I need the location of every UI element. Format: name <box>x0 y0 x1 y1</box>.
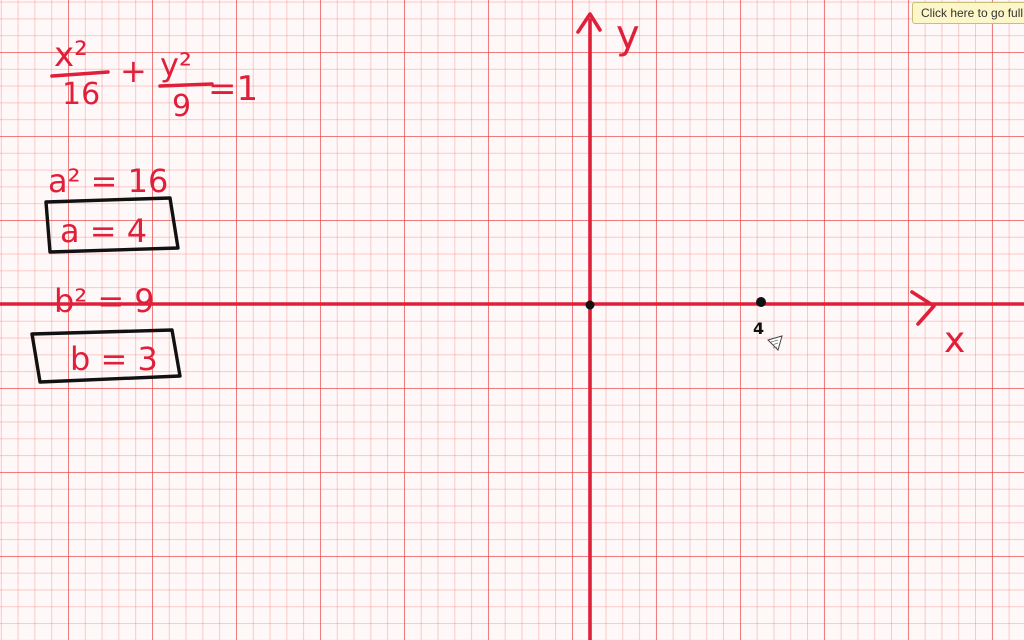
fullscreen-tooltip[interactable]: Click here to go full <box>912 2 1024 24</box>
equation-x-numerator: x² <box>54 35 88 75</box>
step-a-value: a = 4 <box>60 212 147 250</box>
step-b-squared: b² = 9 <box>54 282 155 320</box>
ink-layer: y x x² 16 + y² 9 =1 a² = 16 a = 4 b² = 9… <box>0 12 1024 640</box>
step-b-value: b = 3 <box>70 340 158 378</box>
equation-y-numerator: y² <box>160 46 192 84</box>
equation-y-fraction-bar <box>158 82 214 88</box>
vertex-label: 4 <box>753 319 764 338</box>
x-axis-label: x <box>944 320 965 361</box>
equation-plus: + <box>120 52 147 90</box>
equation-x-denominator: 16 <box>62 77 100 112</box>
origin-point <box>585 300 595 310</box>
vertex-point <box>756 297 766 307</box>
y-axis-label: y <box>616 12 640 58</box>
x-axis-arrow <box>910 290 936 326</box>
step-a-squared: a² = 16 <box>48 162 168 200</box>
equation-y-denominator: 9 <box>172 89 191 124</box>
equation-equals-one: =1 <box>208 69 258 109</box>
pen-cursor-icon <box>767 335 783 351</box>
